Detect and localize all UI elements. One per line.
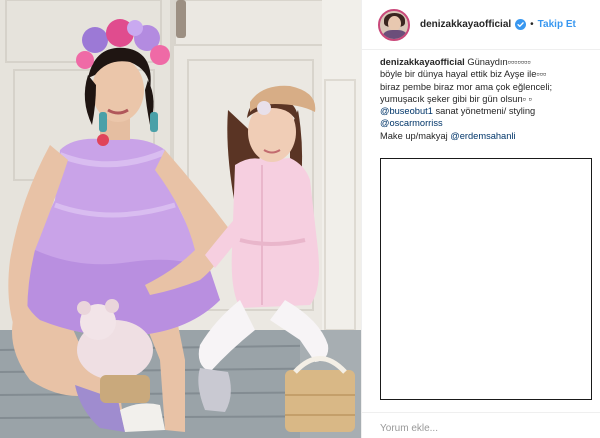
- comment-bar: [362, 412, 600, 438]
- avatar[interactable]: [378, 8, 410, 41]
- avatar-face: [388, 15, 401, 31]
- follow-button[interactable]: Takip Et: [538, 19, 576, 30]
- caption-text-1: Günaydın▫▫▫▫▫▫▫: [467, 57, 531, 67]
- verified-badge-icon: [515, 19, 527, 30]
- comment-input[interactable]: [380, 419, 580, 437]
- mention-link-2[interactable]: @oscarmorriss: [380, 118, 443, 128]
- caption-username[interactable]: denizakkayaofficial: [380, 57, 465, 67]
- photo-illustration: [0, 0, 361, 438]
- caption-line-4: yumuşacık şeker gibi bir gün olsun▫ ▫: [380, 93, 532, 104]
- caption-line-1: denizakkayaofficial Günaydın▫▫▫▫▫▫▫: [380, 56, 592, 68]
- caption-credit: sanat yönetmeni/ styling: [432, 106, 536, 117]
- caption-line-2: böyle bir dünya hayal ettik biz Ayşe ile…: [380, 69, 547, 80]
- post-header: denizakkayaofficial • Takip Et: [362, 0, 600, 50]
- post-photo[interactable]: [0, 0, 361, 438]
- caption-line-5: @buseobut1 sanat yönetmeni/ styling: [380, 105, 592, 117]
- caption-makeup-label: Make up/makyaj: [380, 130, 451, 141]
- comments-area[interactable]: [380, 158, 592, 400]
- caption-line-6: @oscarmorriss: [380, 117, 592, 129]
- header-separator: •: [530, 19, 534, 30]
- post-caption: denizakkayaofficial Günaydın▫▫▫▫▫▫▫ böyl…: [380, 56, 592, 142]
- caption-line-7: Make up/makyaj @erdemsahanli: [380, 130, 592, 142]
- instagram-post: denizakkayaofficial • Takip Et denizakka…: [0, 0, 600, 438]
- caption-line-3: biraz pembe biraz mor ama çok eğlenceli;: [380, 81, 553, 92]
- mention-link-1[interactable]: @buseobut1: [380, 106, 433, 116]
- mention-link-3[interactable]: @erdemsahanli: [450, 131, 515, 141]
- avatar-body: [383, 29, 407, 39]
- post-side-panel: denizakkayaofficial • Takip Et denizakka…: [361, 0, 600, 438]
- header-username[interactable]: denizakkayaofficial: [420, 19, 511, 30]
